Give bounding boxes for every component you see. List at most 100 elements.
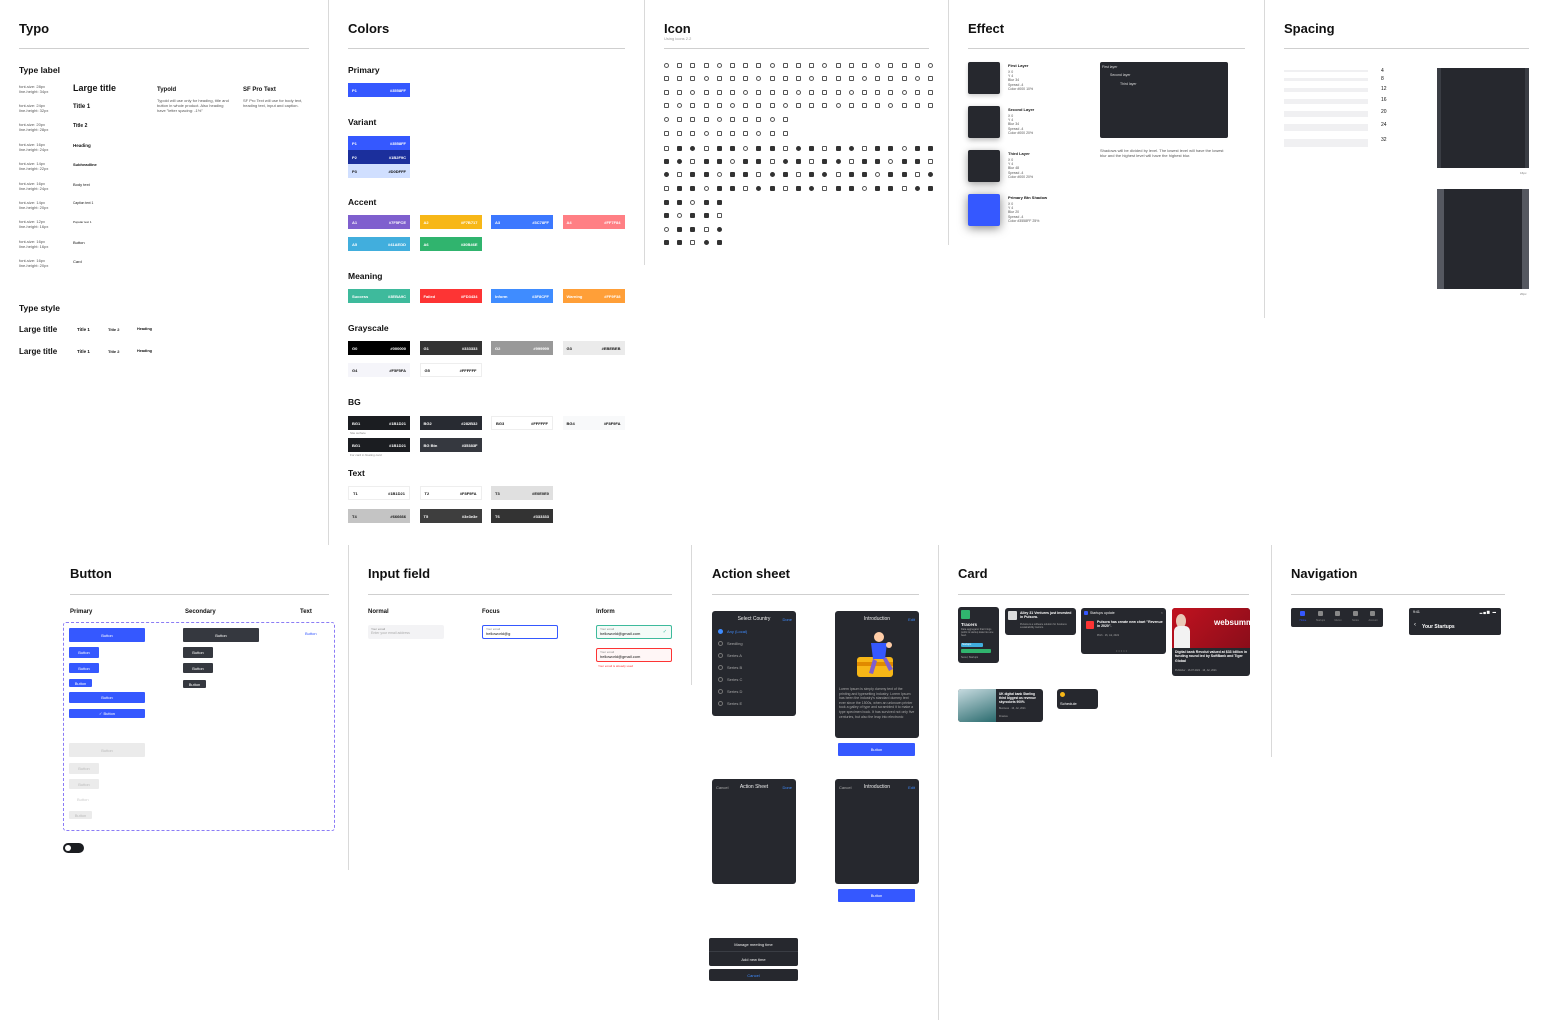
intro2-primary-button[interactable]: Button (838, 889, 915, 902)
color-swatch-name: A6 (423, 241, 429, 247)
primary-button-xs[interactable]: Button (69, 679, 92, 687)
color-swatch-hex: #1B1D21 (389, 442, 406, 448)
illustration-icon (857, 632, 893, 677)
country-option[interactable]: Series C (718, 677, 742, 682)
secondary-button-medium[interactable]: Button (183, 647, 213, 658)
radio-icon (718, 629, 723, 634)
glyph-icon (730, 186, 735, 191)
color-swatch-name: T4 (352, 513, 357, 519)
secondary-button-xs[interactable]: Button (183, 680, 206, 688)
news-card-2[interactable]: UK digital bank Starling third biggest a… (958, 689, 1043, 722)
spacing-bar (1284, 88, 1368, 92)
glyph-icon (743, 90, 749, 95)
tab-label[interactable]: Notice (1349, 619, 1363, 622)
color-swatch-name: BG Btn (423, 442, 438, 448)
country-option[interactable]: Series B (718, 665, 742, 670)
disabled-text-button[interactable]: Button (77, 797, 89, 802)
glyph-icon (664, 186, 669, 191)
text-color-swatch: T2 #F8F9FA (419, 486, 482, 500)
primary-button-small[interactable]: Button (69, 663, 99, 673)
country-option[interactable]: Any (Local) (718, 629, 747, 634)
glyph-icon (835, 63, 841, 68)
news2-title: UK digital bank Starling third biggest a… (999, 692, 1036, 704)
hero-shirt (1174, 626, 1190, 648)
primary-button-medium[interactable]: Button (69, 647, 99, 658)
secondary-button-large[interactable]: Button (183, 628, 259, 642)
spacing-value: 8 (1381, 76, 1384, 82)
glyph-icon (756, 131, 762, 136)
glyph-icon (875, 63, 881, 68)
check-icon: ✓ (662, 629, 667, 635)
text-label: Text (300, 609, 312, 615)
glyph-icon (835, 172, 841, 177)
color-swatch: Warning #FF9F38 (562, 289, 625, 303)
primary-button-large[interactable]: Button (69, 628, 145, 642)
input-success[interactable]: Your email helloworld@gmail.com ✓ (596, 625, 672, 639)
introduction-sheet: Introduction Edit Lorem Ipsum is simply … (835, 611, 919, 738)
glyph-icon (848, 172, 854, 177)
menu-item-add[interactable]: Add new time (709, 952, 798, 966)
tab-label[interactable]: Account (1366, 619, 1380, 622)
spacing-bar (1284, 99, 1368, 104)
startup-update-card[interactable]: Startups update × Pulsora has create new… (1081, 608, 1166, 654)
disabled-button-large[interactable]: Button (69, 743, 145, 757)
schedule-card[interactable]: Schedule (1057, 689, 1098, 709)
pulsora-logo-icon (1086, 621, 1094, 629)
secondary-button-small[interactable]: Button (183, 663, 213, 673)
type-label-heading: Type label (19, 65, 60, 75)
primary-button-wide[interactable]: Button (69, 692, 145, 703)
input-focus[interactable]: Your email helloworld@g (482, 625, 558, 639)
primary-button-check[interactable]: ✓ Button (69, 709, 145, 718)
country-option[interactable]: Series E (718, 701, 742, 706)
news-card-1[interactable]: Alley 31 Ventures just invested in Pulso… (1005, 608, 1076, 635)
glyph-icon (690, 90, 696, 95)
disabled-button-xs[interactable]: Button (69, 811, 92, 819)
select-done-button[interactable]: Done (782, 617, 792, 622)
tab-label[interactable]: Startups (1314, 619, 1328, 622)
glyph-icon (888, 186, 894, 191)
glyph-icon (822, 172, 828, 177)
tab-label[interactable]: Memo (1331, 619, 1345, 622)
sheet-done-button[interactable]: Done (782, 785, 792, 790)
input-normal[interactable]: Your email Enter your email address (368, 625, 444, 639)
type-spec-line: line-height: 16px (19, 224, 49, 229)
menu-cancel-button[interactable]: Cancel (709, 969, 798, 981)
glyph-icon (716, 172, 722, 177)
intro2-edit-button[interactable]: Edit (908, 785, 915, 790)
startup-card[interactable]: Tracers Data aggregator that brings publ… (958, 607, 999, 663)
color-swatch-name: A1 (352, 219, 358, 225)
text-button[interactable]: Button (305, 631, 317, 636)
pager-dots: ••••• (1116, 648, 1129, 653)
glyph-icon (743, 117, 749, 122)
glyph-icon (822, 76, 828, 81)
spacing-bar (1284, 78, 1368, 81)
intro-primary-button[interactable]: Button (838, 743, 915, 756)
disabled-button-medium[interactable]: Button (69, 763, 99, 774)
country-option[interactable]: Series D (718, 689, 742, 694)
color-swatch: BG4 #F8F9FA (562, 416, 625, 430)
spacing-label-20: 20px (1520, 292, 1527, 296)
tab-label[interactable]: Home (1296, 619, 1310, 622)
intro-edit-button[interactable]: Edit (908, 617, 915, 622)
hero-sub: Publisher · 16.07.2021 · 16, Jul, 2021 (1175, 669, 1217, 672)
country-option[interactable]: Seedling (718, 641, 743, 646)
glyph-icon (703, 172, 709, 177)
chevron-left-icon[interactable]: ‹ (1414, 622, 1416, 628)
color-swatch-name: P2 (352, 154, 357, 160)
glyph-icon (862, 76, 867, 81)
toggle-switch[interactable] (63, 843, 84, 853)
tracers-desc: Data aggregator that brings public & sta… (961, 628, 994, 637)
glyph-icon (875, 172, 881, 177)
disabled-button-small[interactable]: Button (69, 779, 99, 789)
type-name: Large title (73, 83, 117, 93)
country-option[interactable]: Series A (718, 653, 742, 658)
news1-logo-icon (1008, 611, 1017, 620)
country-option-label: Series B (727, 665, 743, 670)
glyph-icon (862, 172, 867, 177)
glyph-icon (769, 63, 775, 68)
hero-news-card[interactable]: websummit Digital bank Revolut valued at… (1172, 608, 1250, 676)
input-error[interactable]: Your email helloworld@gmail.com (596, 648, 672, 662)
close-icon[interactable]: × (1161, 610, 1163, 615)
menu-item-manage[interactable]: Manage meeting time (709, 938, 798, 952)
color-swatch-hex: #000000 (390, 345, 406, 351)
